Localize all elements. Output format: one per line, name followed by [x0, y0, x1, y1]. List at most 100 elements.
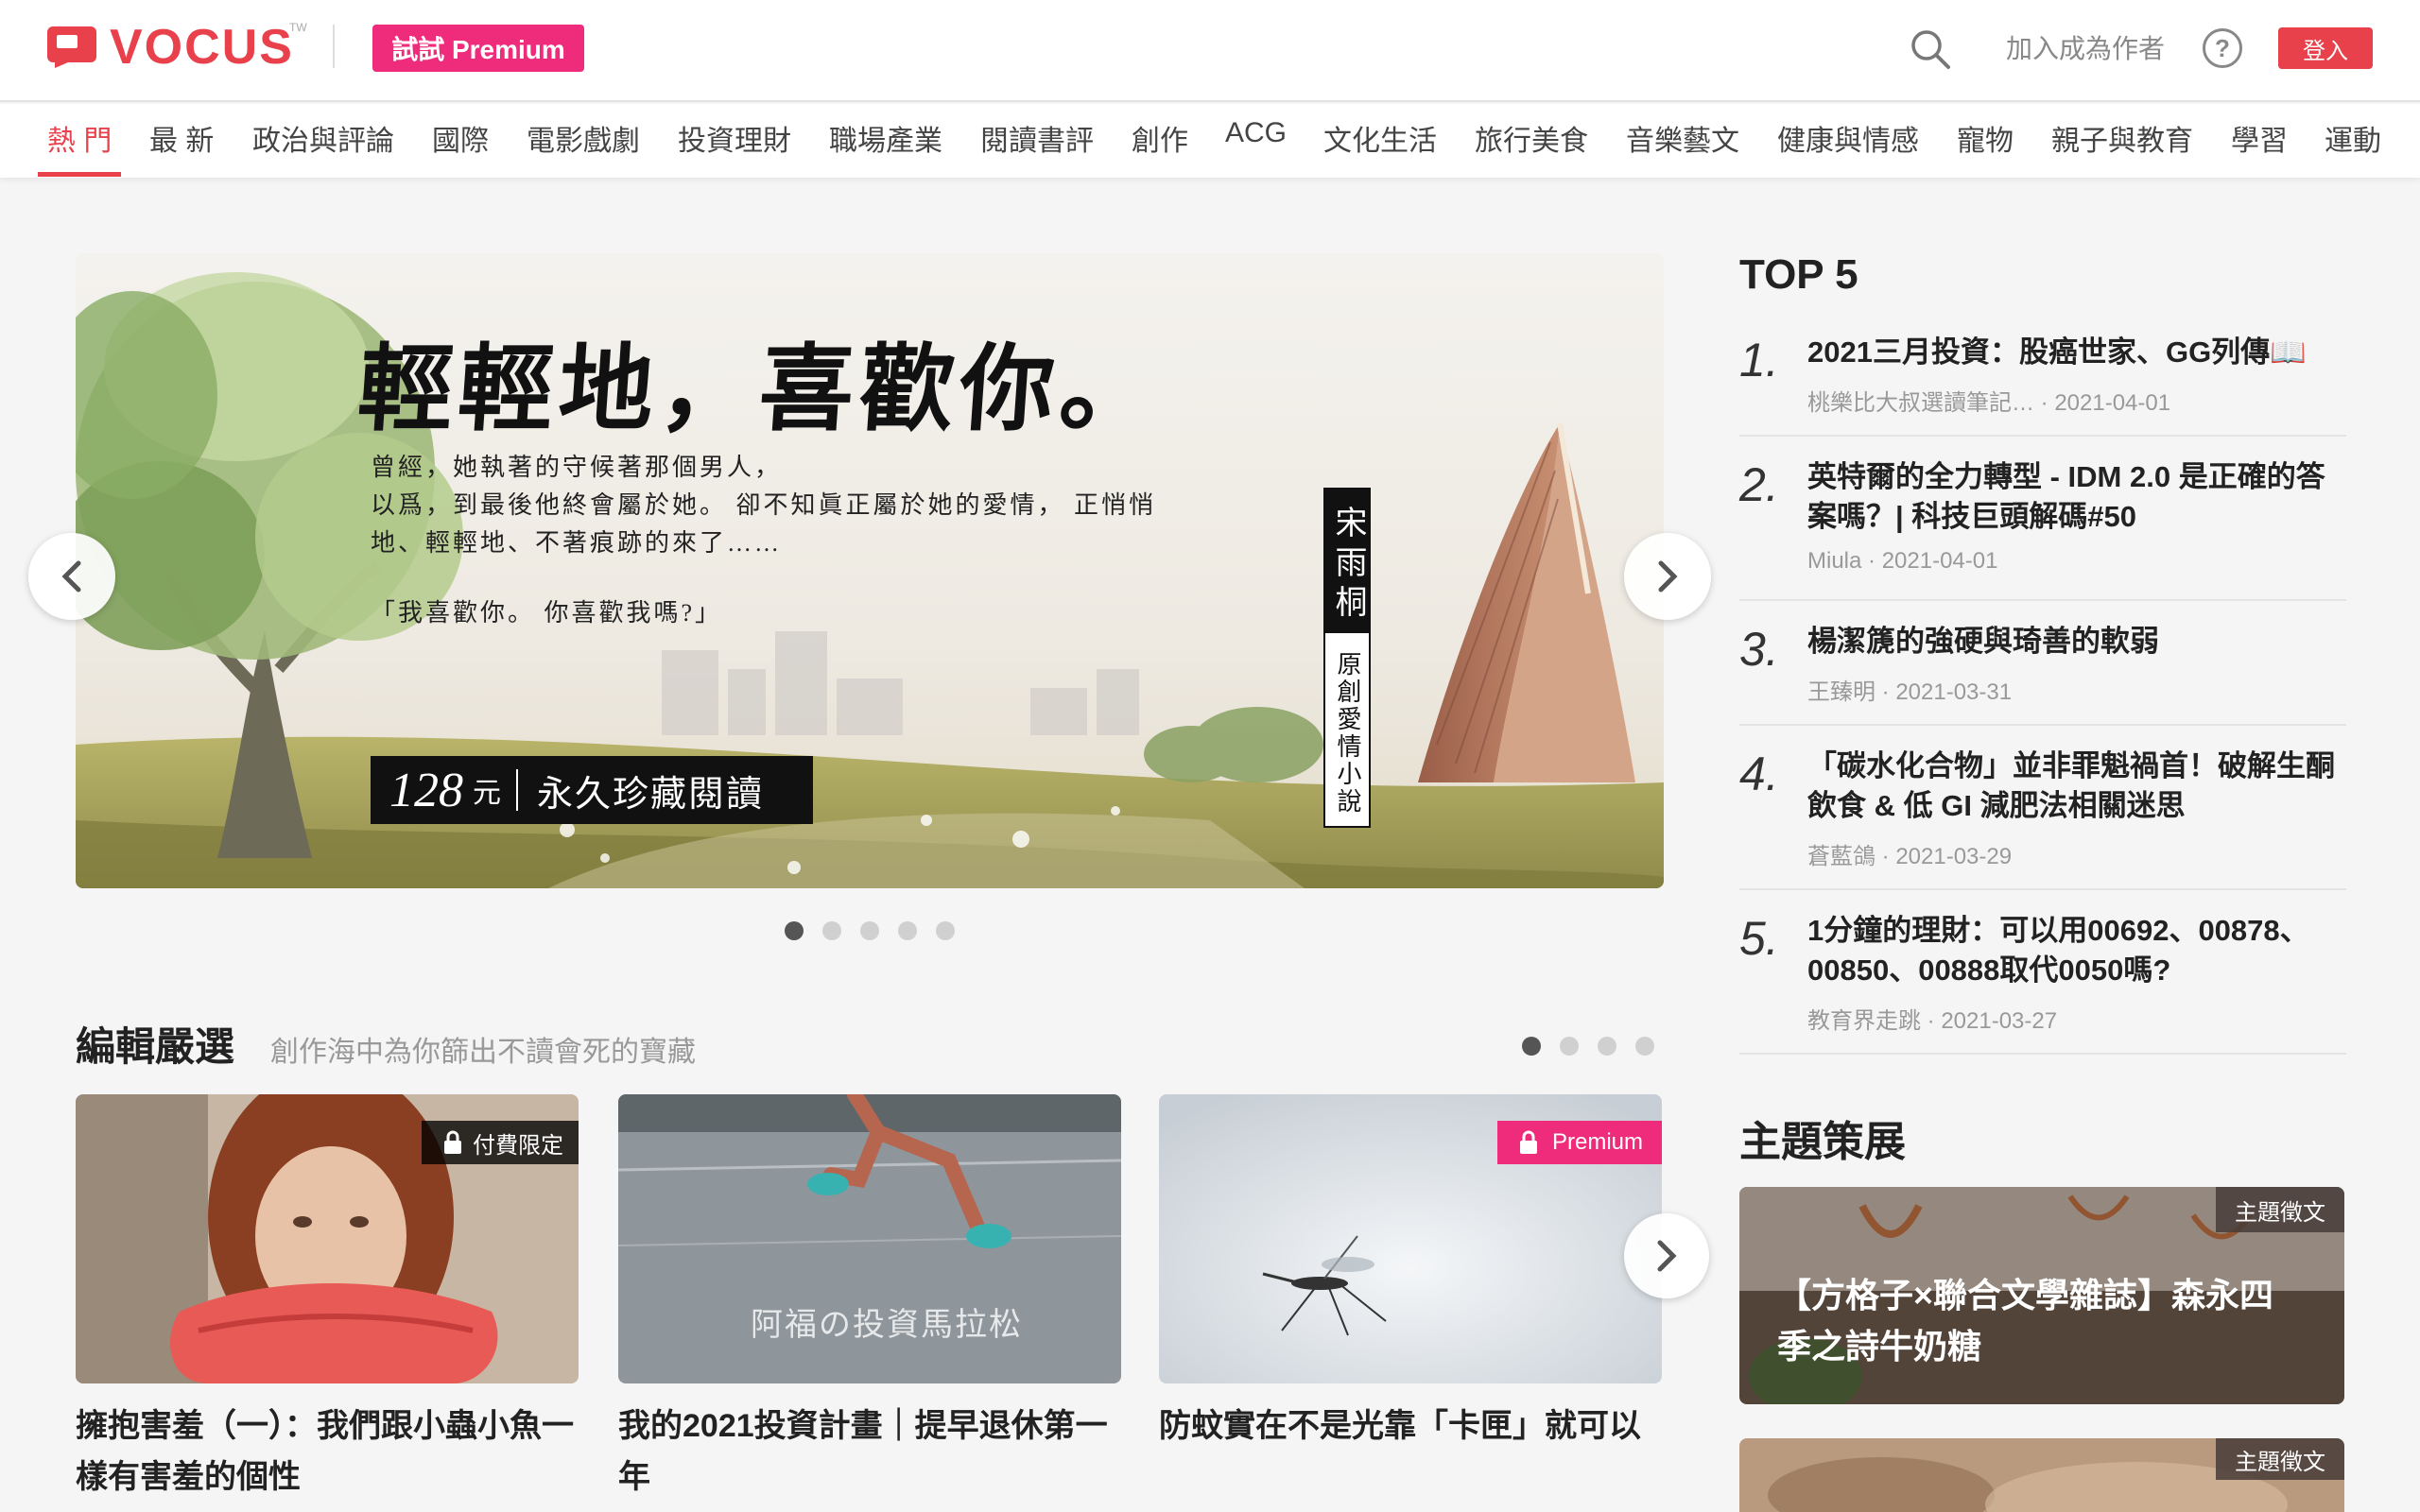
- nav-item-investing[interactable]: 投資理財: [678, 117, 791, 159]
- pick-card-title[interactable]: 防蚊實在不是光靠「卡匣」就可以: [1159, 1400, 1662, 1452]
- themes-title: 主題策展: [1739, 1119, 1906, 1165]
- try-premium-button[interactable]: 試試 Premium: [372, 25, 584, 72]
- picks-dot[interactable]: [1598, 1037, 1616, 1056]
- chevron-right-icon: [1658, 560, 1678, 593]
- hero-genre: 原創愛情小說: [1334, 651, 1361, 816]
- hero-author: 宋雨桐: [1325, 490, 1369, 633]
- rank-number: 1.: [1739, 334, 1779, 387]
- top5-item-author[interactable]: 蒼藍鴿: [1807, 844, 1876, 869]
- top5-item-author[interactable]: 桃樂比大叔選讀筆記…: [1807, 390, 2034, 416]
- hero-text-line: 地、輕輕地、不著痕跡的來了……: [371, 529, 783, 557]
- hero-price-banner: 128 元 永久珍藏閱讀: [371, 756, 813, 824]
- nav-item-learning[interactable]: 學習: [2231, 117, 2288, 159]
- paid-only-badge: 付費限定: [422, 1121, 579, 1164]
- hero-author-tag: 宋雨桐 原創愛情小說: [1323, 488, 1371, 828]
- theme-card[interactable]: 主題徵文 【方格子×聯合文學雜誌】森永四季之詩牛奶糖: [1739, 1187, 2344, 1404]
- nav-item-music-arts[interactable]: 音樂藝文: [1626, 117, 1739, 159]
- hero-banner[interactable]: 輕輕地，喜歡你。 曾經，她執著的守候著那個男人， 以爲，到最後他終會屬於她。 卻…: [76, 253, 1664, 888]
- picks-next-button[interactable]: [1624, 1213, 1709, 1298]
- nav-active-indicator: [38, 172, 121, 177]
- pick-card[interactable]: 阿福の投資馬拉松 我的2021投資計畫｜提早退休第一年: [618, 1094, 1121, 1503]
- editor-picks-title: 編輯嚴選: [76, 1024, 235, 1069]
- nav-item-international[interactable]: 國際: [432, 117, 489, 159]
- hero-dot[interactable]: [822, 921, 841, 940]
- pick-card-title[interactable]: 擁抱害羞（一）：我們跟小蟲小魚一樣有害羞的個性: [76, 1400, 579, 1503]
- nav-item-career[interactable]: 職場產業: [829, 117, 942, 159]
- top5-item[interactable]: 2. 英特爾的全力轉型 - IDM 2.0 是正確的答案嗎？| 科技巨頭解碼#5…: [1739, 437, 2346, 601]
- nav-item-acg[interactable]: ACG: [1225, 117, 1287, 149]
- pick-card[interactable]: Premium 防蚊實在不是光靠「卡匣」就可以: [1159, 1094, 1662, 1452]
- vocus-logo[interactable]: VOCUS: [47, 20, 294, 75]
- nav-item-culture[interactable]: 文化生活: [1323, 117, 1437, 159]
- nav-item-travel-food[interactable]: 旅行美食: [1475, 117, 1588, 159]
- top5-item[interactable]: 5. 1分鐘的理財：可以用00692、00878、00850、00888取代00…: [1739, 890, 2346, 1055]
- rank-number: 4.: [1739, 747, 1779, 800]
- top5-item-date: 2021-04-01: [1881, 548, 1998, 574]
- picks-dot[interactable]: [1560, 1037, 1579, 1056]
- nav-item-latest[interactable]: 最 新: [149, 117, 214, 159]
- logo-divider: [333, 25, 335, 68]
- premium-badge-label: Premium: [1551, 1129, 1643, 1155]
- top5-item-meta: 王臻明 · 2021-03-31: [1807, 679, 2013, 705]
- hero-prev-button[interactable]: [28, 533, 115, 620]
- top5-item[interactable]: 4. 「碳水化合物」並非罪魁禍首！破解生酮飲食 & 低 GI 減肥法相關迷思 蒼…: [1739, 726, 2346, 890]
- top5-item-date: 2021-04-01: [2054, 390, 2171, 416]
- pick-card-image: 阿福の投資馬拉松: [618, 1094, 1121, 1383]
- top5-item-meta: Miula · 2021-04-01: [1807, 548, 1998, 574]
- hero-title: 輕輕地，喜歡你。: [354, 333, 1165, 444]
- picks-pagination: [1522, 1037, 1654, 1056]
- nav-item-pets[interactable]: 寵物: [1957, 117, 2014, 159]
- nav-item-hot[interactable]: 熱 門: [47, 117, 112, 159]
- rank-number: 5.: [1739, 912, 1779, 965]
- picks-dot[interactable]: [1635, 1037, 1654, 1056]
- nav-item-health[interactable]: 健康與情感: [1777, 117, 1919, 159]
- become-author-link[interactable]: 加入成為作者: [2006, 28, 2165, 66]
- hero-dot[interactable]: [860, 921, 879, 940]
- top5-item-title[interactable]: 「碳水化合物」並非罪魁禍首！破解生酮飲食 & 低 GI 減肥法相關迷思: [1807, 747, 2346, 826]
- top5-item-author[interactable]: Miula: [1807, 548, 1861, 574]
- nav-item-movies[interactable]: 電影戲劇: [527, 117, 640, 159]
- nav-item-sports[interactable]: 運動: [2325, 117, 2381, 159]
- logo-trademark: TW: [289, 21, 307, 34]
- pick-card-title[interactable]: 我的2021投資計畫｜提早退休第一年: [618, 1400, 1121, 1503]
- hero-dot[interactable]: [936, 921, 955, 940]
- nav-item-book-review[interactable]: 閱讀書評: [980, 117, 1094, 159]
- top5-item[interactable]: 1. 2021三月投資：股癌世家、GG列傳📖 桃樂比大叔選讀筆記… · 2021…: [1739, 323, 2346, 437]
- hero-quote: 「我喜歡你。 你喜歡我嗎?」: [371, 599, 723, 627]
- top5-item-meta: 教育界走跳 · 2021-03-27: [1807, 1008, 2058, 1034]
- login-button[interactable]: 登入: [2278, 27, 2373, 69]
- theme-badge: 主題徵文: [2216, 1438, 2344, 1480]
- logo-icon: [47, 26, 96, 68]
- top5-item-title[interactable]: 2021三月投資：股癌世家、GG列傳📖: [1807, 333, 2346, 372]
- top5-item-author[interactable]: 教育界走跳: [1807, 1008, 1921, 1034]
- category-nav: 熱 門 最 新 政治與評論 國際 電影戲劇 投資理財 職場產業 閱讀書評 創作 …: [0, 104, 2420, 178]
- paid-only-label: 付費限定: [473, 1132, 563, 1159]
- pick-card[interactable]: 付費限定 擁抱害羞（一）：我們跟小蟲小魚一樣有害羞的個性: [76, 1094, 579, 1503]
- nav-item-creation[interactable]: 創作: [1132, 117, 1188, 159]
- rank-number: 3.: [1739, 623, 1779, 676]
- picks-dot[interactable]: [1522, 1037, 1541, 1056]
- top5-title: TOP 5: [1739, 251, 1858, 298]
- top5-item-title[interactable]: 楊潔篪的強硬與琦善的軟弱: [1807, 622, 2346, 662]
- top5-item-title[interactable]: 1分鐘的理財：可以用00692、00878、00850、00888取代0050嗎…: [1807, 911, 2346, 990]
- help-icon[interactable]: ?: [2203, 28, 2242, 68]
- hero-dot[interactable]: [785, 921, 804, 940]
- top5-item-author[interactable]: 王臻明: [1807, 679, 1876, 705]
- price-unit: 元: [473, 778, 501, 809]
- nav-item-parenting[interactable]: 親子與教育: [2051, 117, 2193, 159]
- hero-dot[interactable]: [898, 921, 917, 940]
- hero-next-button[interactable]: [1624, 533, 1711, 620]
- theme-card-title[interactable]: 【方格子×聯合文學雜誌】森永四季之詩牛奶糖: [1777, 1270, 2307, 1372]
- top5-item-meta: 桃樂比大叔選讀筆記… · 2021-04-01: [1807, 390, 2171, 416]
- hero-text-line: 以爲，到最後他終會屬於她。 卻不知眞正屬於她的愛情， 正悄悄: [371, 491, 1157, 519]
- nav-item-politics[interactable]: 政治與評論: [252, 117, 394, 159]
- hero-text-line: 曾經，她執著的守候著那個男人，: [371, 454, 783, 481]
- top-header: VOCUS TW 試試 Premium 加入成為作者 ? 登入: [0, 0, 2420, 102]
- pick-card-image: 付費限定: [76, 1094, 579, 1383]
- top5-item-date: 2021-03-29: [1895, 844, 2013, 869]
- top5-item-title[interactable]: 英特爾的全力轉型 - IDM 2.0 是正確的答案嗎？| 科技巨頭解碼#50: [1807, 457, 2346, 537]
- top5-item[interactable]: 3. 楊潔篪的強硬與琦善的軟弱 王臻明 · 2021-03-31: [1739, 601, 2346, 726]
- search-icon[interactable]: [1910, 28, 1951, 70]
- lock-icon: [444, 1130, 461, 1154]
- theme-card[interactable]: 主題徵文: [1739, 1438, 2344, 1512]
